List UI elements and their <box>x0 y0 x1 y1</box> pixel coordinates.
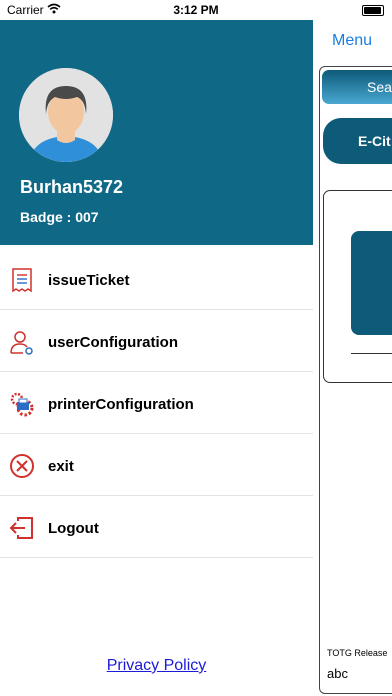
divider <box>351 353 392 354</box>
menu-item-label: exit <box>48 458 74 475</box>
badge-number: Badge : 007 <box>20 209 99 225</box>
menu-item-label: issueTicket <box>48 272 130 289</box>
release-label: TOTG Release <box>327 648 388 658</box>
menu-item-printer-configuration[interactable]: printerConfiguration <box>0 372 313 434</box>
close-circle-icon <box>9 453 35 479</box>
menu-item-user-configuration[interactable]: userConfiguration <box>0 310 313 372</box>
inner-card[interactable] <box>351 231 392 335</box>
search-button[interactable]: Sea <box>322 70 392 104</box>
inner-box <box>323 190 392 383</box>
username: Burhan5372 <box>20 177 124 197</box>
divider <box>0 557 313 558</box>
menu-item-issue-ticket[interactable]: issueTicket <box>0 248 313 310</box>
menu-item-logout[interactable]: Logout <box>0 496 313 558</box>
status-time: 3:12 PM <box>173 3 219 17</box>
menu-item-label: userConfiguration <box>48 334 178 351</box>
drawer-header: Burhan5372 Badge : 007 <box>0 20 313 245</box>
side-drawer: Burhan5372 Badge : 007 issueTicket userC… <box>0 20 313 696</box>
release-value: abc <box>327 666 348 681</box>
menu-item-exit[interactable]: exit <box>0 434 313 496</box>
receipt-icon <box>9 267 35 293</box>
menu-item-label: printerConfiguration <box>48 396 194 413</box>
printer-gear-icon <box>9 391 35 417</box>
menu-button[interactable]: Menu <box>332 32 372 50</box>
ecitation-button[interactable]: E-Cit <box>323 118 392 164</box>
battery-icon <box>362 5 384 16</box>
background-page: Menu Sea E-Cit TOTG Release abc <box>313 20 392 696</box>
logout-icon <box>9 515 35 541</box>
status-bar: Carrier 3:12 PM <box>0 0 392 20</box>
menu-item-label: Logout <box>48 520 99 537</box>
avatar <box>19 68 113 162</box>
privacy-policy-link[interactable]: Privacy Policy <box>0 657 313 675</box>
user-settings-icon <box>9 329 35 355</box>
